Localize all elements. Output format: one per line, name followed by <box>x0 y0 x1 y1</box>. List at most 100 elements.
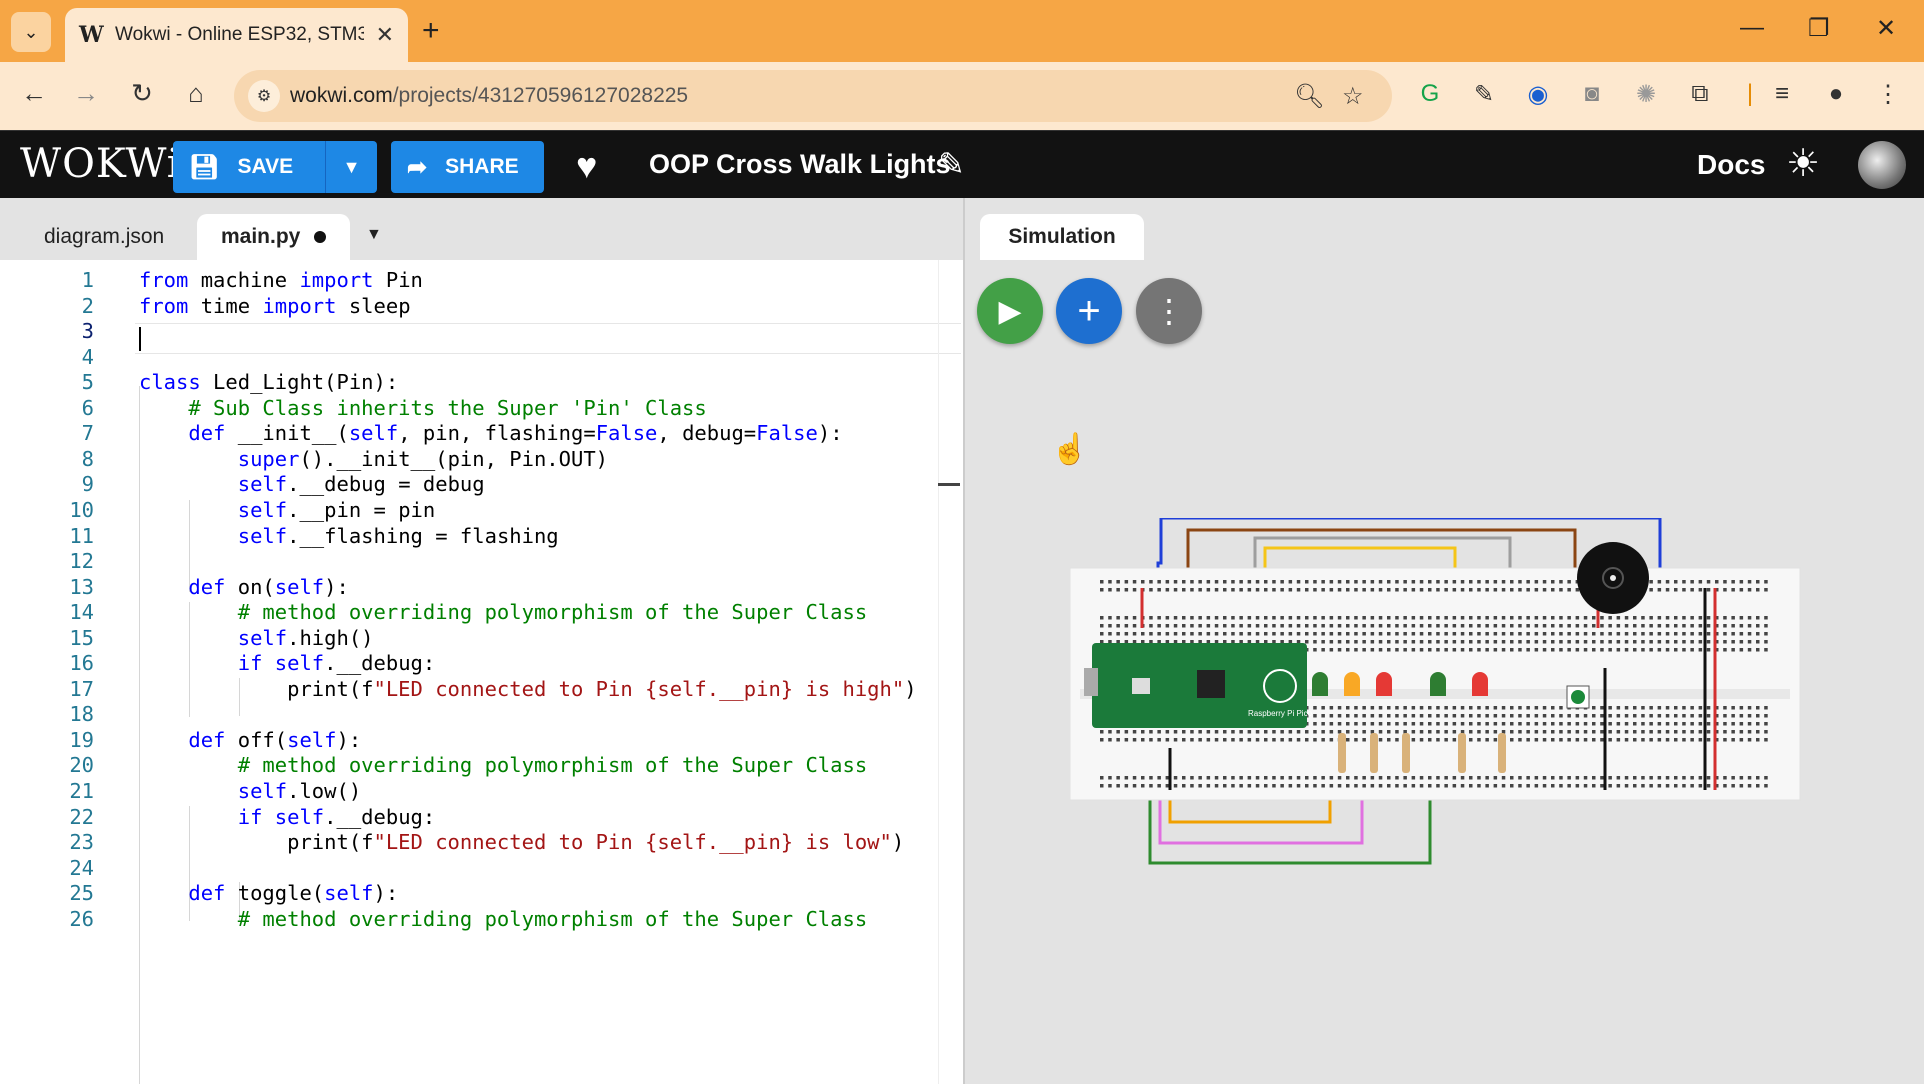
grammarly-icon[interactable]: G <box>1414 80 1446 108</box>
circuit-diagram[interactable]: Raspberry Pi Pico <box>1070 518 1820 898</box>
led[interactable] <box>1312 672 1328 696</box>
extension-icon[interactable]: ✺ <box>1630 80 1662 109</box>
resistor[interactable] <box>1498 733 1506 773</box>
breadboard-hole <box>1223 784 1227 788</box>
code-line[interactable]: 26 # method overriding polymorphism of t… <box>0 907 940 938</box>
profile-avatar-icon[interactable]: ● <box>1820 80 1852 108</box>
led-body <box>1312 672 1328 696</box>
close-window-button[interactable]: ✕ <box>1876 14 1896 43</box>
breadboard-hole <box>1756 738 1760 742</box>
led[interactable] <box>1472 672 1488 696</box>
line-number: 24 <box>69 855 94 880</box>
breadboard-hole <box>1551 722 1555 726</box>
breadboard-hole <box>1346 632 1350 636</box>
color-picker-icon[interactable]: ✎ <box>1468 80 1500 109</box>
breadboard-hole <box>1682 706 1686 710</box>
url-text[interactable]: wokwi.com/projects/431270596127028225 <box>290 84 688 108</box>
breadboard-hole <box>1657 640 1662 644</box>
breadboard-hole <box>1223 632 1227 636</box>
breadboard-hole <box>1321 738 1325 742</box>
breadboard-hole <box>1698 648 1703 652</box>
breadboard-hole <box>1337 632 1342 636</box>
zoom-icon[interactable]: 🔍︎ <box>1294 82 1324 111</box>
breadboard-hole <box>1395 580 1399 584</box>
led-body <box>1376 672 1392 696</box>
docs-link[interactable]: Docs <box>1697 149 1765 181</box>
breadboard-hole <box>1182 640 1186 644</box>
breadboard-hole <box>1460 730 1465 734</box>
extensions-puzzle-icon[interactable]: ⧉ <box>1684 80 1716 108</box>
code-area[interactable]: 1 from machine import Pin 2 from time impor… <box>0 260 963 1084</box>
address-bar[interactable]: ⚙ wokwi.com/projects/431270596127028225 … <box>234 70 1392 122</box>
site-info-icon[interactable]: ⚙ <box>248 80 280 112</box>
editor-scrollbar[interactable] <box>938 260 963 1084</box>
minimize-button[interactable]: — <box>1740 14 1764 42</box>
tab-main-py[interactable]: main.py <box>197 214 351 260</box>
breadboard-hole <box>1313 640 1317 644</box>
breadboard-hole <box>1583 714 1588 718</box>
user-avatar[interactable] <box>1858 141 1906 189</box>
breadboard-hole <box>1387 640 1391 644</box>
code-token: Led_Light(Pin): <box>200 370 399 395</box>
resistor[interactable] <box>1370 733 1378 773</box>
breadboard-hole <box>1108 730 1112 734</box>
restore-button[interactable]: ❐ <box>1808 14 1830 43</box>
breadboard-hole <box>1108 738 1112 742</box>
tab-search-button[interactable]: ⌄ <box>11 12 51 52</box>
project-title[interactable]: OOP Cross Walk Lights <box>649 149 951 180</box>
breadboard-hole <box>1395 730 1399 734</box>
forward-icon[interactable]: → <box>68 78 104 109</box>
breadboard-hole <box>1354 730 1358 734</box>
start-simulation-button[interactable]: ▶ <box>977 278 1043 344</box>
breadboard-hole <box>1329 640 1334 644</box>
edit-pencil-icon[interactable]: ✎ <box>938 145 965 183</box>
breadboard-hole <box>1321 588 1325 592</box>
add-part-button[interactable]: + <box>1056 278 1122 344</box>
led[interactable] <box>1376 672 1392 696</box>
save-dropdown-arrow-icon[interactable]: ▼ <box>325 141 377 193</box>
breadboard-hole <box>1206 624 1211 628</box>
line-source: self.__pin = pin <box>139 498 435 522</box>
back-icon[interactable]: ← <box>16 78 52 109</box>
screenshot-icon[interactable]: ◙ <box>1576 80 1608 108</box>
wokwi-logo[interactable]: WOKWi <box>20 141 181 187</box>
bookmark-star-icon[interactable]: ☆ <box>1342 82 1364 111</box>
reload-icon[interactable]: ↻ <box>124 78 160 109</box>
heart-icon[interactable]: ♥ <box>576 145 597 187</box>
breadboard-hole <box>1231 624 1235 628</box>
breadboard-hole <box>1616 616 1621 620</box>
resistor[interactable] <box>1402 733 1410 773</box>
breadboard-hole <box>1444 706 1448 710</box>
sun-theme-icon[interactable]: ☀ <box>1786 141 1820 186</box>
close-tab-icon[interactable]: ✕ <box>376 22 394 48</box>
code-token: self <box>348 421 399 446</box>
breadboard-hole <box>1255 640 1260 644</box>
password-manager-icon[interactable]: ◉ <box>1522 80 1554 109</box>
code-token: self <box>237 497 288 522</box>
media-control-icon[interactable]: ≡ <box>1766 80 1798 108</box>
breadboard-hole <box>1428 648 1432 652</box>
tab-simulation[interactable]: Simulation <box>980 214 1144 260</box>
led[interactable] <box>1430 672 1446 696</box>
line-source: from time import sleep <box>139 294 411 318</box>
tab-menu-arrow-icon[interactable]: ▼ <box>366 226 382 244</box>
browser-menu-icon[interactable]: ⋮ <box>1872 80 1904 109</box>
led[interactable] <box>1344 672 1360 696</box>
home-icon[interactable]: ⌂ <box>178 78 214 109</box>
browser-tab[interactable]: W Wokwi - Online ESP32, STM32, Arduino S… <box>65 8 408 62</box>
more-options-button[interactable]: ⋮ <box>1136 278 1202 344</box>
breadboard-hole <box>1575 616 1580 620</box>
save-button[interactable]: 💾︎ SAVE ▼ <box>173 141 377 193</box>
resistor[interactable] <box>1338 733 1346 773</box>
breadboard-hole <box>1534 738 1539 742</box>
breadboard-hole <box>1419 588 1424 592</box>
breadboard-hole <box>1526 730 1530 734</box>
share-button[interactable]: ➦ SHARE <box>391 141 544 193</box>
code-token: Pin <box>373 268 423 292</box>
breadboard-hole <box>1337 730 1342 734</box>
breadboard-hole <box>1141 640 1145 644</box>
resistor[interactable] <box>1458 733 1466 773</box>
breadboard-hole <box>1526 624 1530 628</box>
tab-diagram-json[interactable]: diagram.json <box>20 214 188 260</box>
new-tab-button[interactable]: + <box>422 14 440 48</box>
